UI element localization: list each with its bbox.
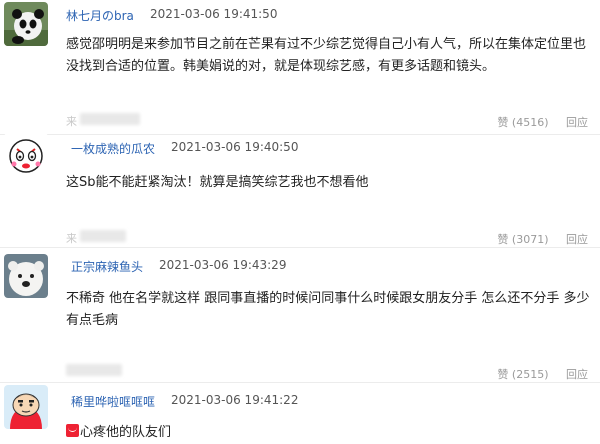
comment-text: 感觉邵明明是来参加节目之前在芒果有过不少综艺觉得自己小有人气，所以在集体定位里也… (66, 37, 587, 74)
like-label: 赞 (497, 368, 509, 381)
like-count: (3071) (511, 233, 549, 246)
blurred-source-detail (80, 113, 140, 125)
comment-text: 这Sb能不能赶紧淘汰！就算是搞笑综艺我也不想看他 (66, 175, 369, 190)
like-label: 赞 (497, 233, 509, 246)
comment-actions: 赞 (2515) 回应 (483, 366, 588, 382)
divider (0, 134, 600, 135)
comment-text: 不稀奇 他在名学就这样 跟同事直播的时候问同事什么时候跟女朋友分手 怎么还不分手… (66, 291, 590, 328)
reply-button[interactable]: 回应 (566, 116, 588, 129)
crayon-shin-chan-avatar-icon[interactable] (4, 385, 48, 429)
reply-button[interactable]: 回应 (566, 233, 588, 246)
comment-timestamp: 2021-03-06 19:41:22 (171, 393, 299, 407)
like-button[interactable]: 赞 (4516) (497, 116, 548, 129)
comment-source: 来 (66, 115, 77, 128)
comment-timestamp: 2021-03-06 19:41:50 (150, 7, 278, 21)
divider (0, 247, 600, 248)
comment-actions: 赞 (3071) 回应 (483, 231, 588, 247)
comment-username[interactable]: 稀里哗啦哐哐哐 (71, 393, 155, 410)
like-button[interactable]: 赞 (2515) (497, 368, 548, 381)
like-count: (2515) (511, 368, 549, 381)
reply-button[interactable]: 回应 (566, 368, 588, 381)
comment-timestamp: 2021-03-06 19:40:50 (171, 140, 299, 154)
comment-timestamp: 2021-03-06 19:43:29 (159, 258, 287, 272)
blurred-source-detail (66, 364, 122, 376)
like-label: 赞 (497, 116, 509, 129)
comment-text-content: 心疼他的队友们 (80, 425, 172, 440)
comment-username[interactable]: 林七月のbra (66, 7, 134, 24)
polar-bear-avatar-icon[interactable] (4, 254, 48, 298)
comment-username[interactable]: 正宗麻辣鱼头 (71, 258, 143, 275)
like-button[interactable]: 赞 (3071) (497, 233, 548, 246)
comment-source: 来 (66, 232, 77, 245)
comment-username[interactable]: 一枚成熟的瓜农 (71, 140, 155, 157)
emoji-icon (66, 424, 79, 437)
divider (0, 382, 600, 383)
panda-avatar-icon[interactable] (4, 2, 48, 46)
blurred-source-detail (80, 230, 126, 242)
cartoon-face-avatar-icon[interactable] (4, 133, 48, 177)
like-count: (4516) (511, 116, 549, 129)
comment-actions: 赞 (4516) 回应 (483, 114, 588, 130)
comment-text: 心疼他的队友们 (66, 422, 594, 444)
